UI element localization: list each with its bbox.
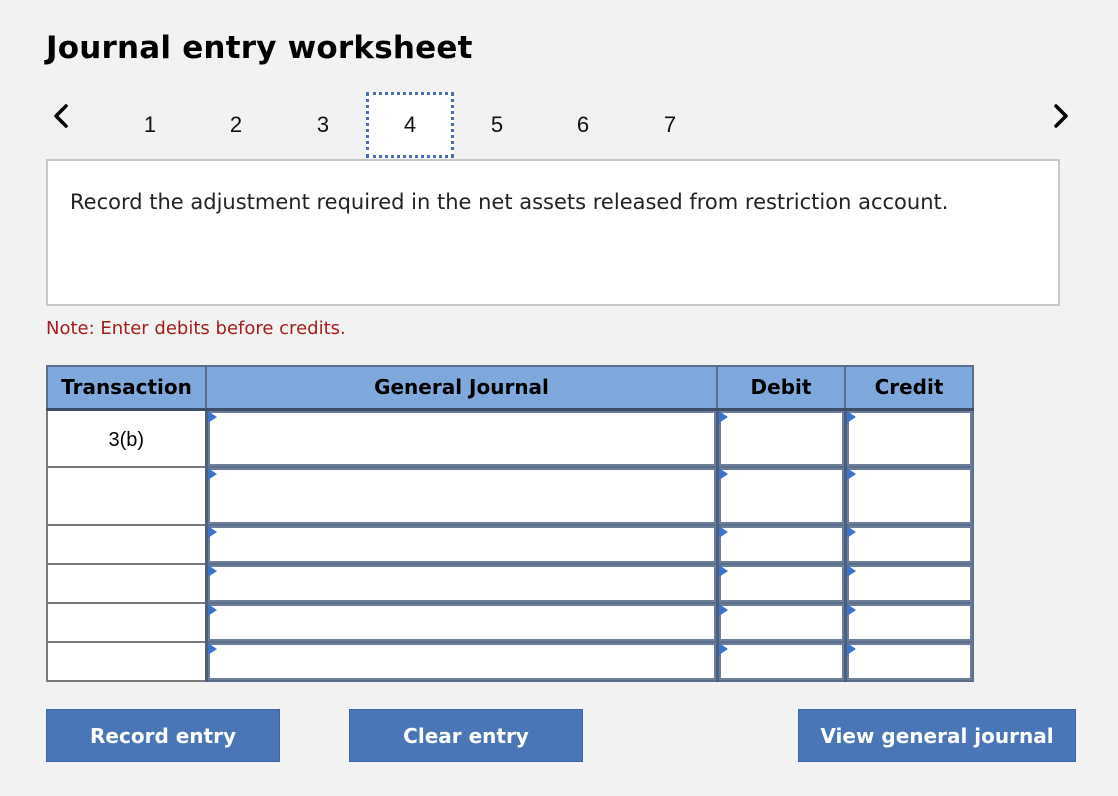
prev-step-button[interactable] xyxy=(46,96,76,136)
transaction-cell xyxy=(46,602,207,643)
account-cell[interactable] xyxy=(204,641,718,682)
transaction-cell xyxy=(46,563,207,604)
dropdown-marker-icon xyxy=(846,526,856,538)
debit-input[interactable] xyxy=(718,526,844,563)
table-header-row: Transaction General Journal Debit Credit xyxy=(46,365,974,411)
account-input[interactable] xyxy=(207,468,716,524)
header-debit: Debit xyxy=(716,365,846,411)
credit-input[interactable] xyxy=(846,643,972,680)
account-cell[interactable] xyxy=(204,602,718,643)
credit-cell[interactable] xyxy=(843,602,974,643)
dropdown-marker-icon xyxy=(846,643,856,655)
account-input[interactable] xyxy=(207,410,716,466)
account-input[interactable] xyxy=(207,526,716,563)
account-cell[interactable] xyxy=(204,563,718,604)
credit-cell[interactable] xyxy=(843,408,974,468)
dropdown-marker-icon xyxy=(207,604,217,616)
dropdown-marker-icon xyxy=(207,526,217,538)
credit-input[interactable] xyxy=(846,565,972,602)
debit-input[interactable] xyxy=(718,604,844,641)
credit-cell[interactable] xyxy=(843,563,974,604)
account-input[interactable] xyxy=(207,565,716,602)
clear-entry-button[interactable]: Clear entry xyxy=(349,709,583,762)
credit-cell[interactable] xyxy=(843,524,974,565)
credit-input[interactable] xyxy=(846,604,972,641)
step-3[interactable]: 3 xyxy=(279,92,367,158)
transaction-cell xyxy=(46,641,207,682)
credit-input[interactable] xyxy=(846,526,972,563)
view-general-journal-button[interactable]: View general journal xyxy=(798,709,1076,762)
debit-cell[interactable] xyxy=(715,408,846,468)
credit-input[interactable] xyxy=(846,468,972,524)
step-6[interactable]: 6 xyxy=(539,92,627,158)
debit-cell[interactable] xyxy=(715,466,846,526)
step-2[interactable]: 2 xyxy=(192,92,280,158)
chevron-right-icon xyxy=(1054,104,1068,128)
journal-table: Transaction General Journal Debit Credit… xyxy=(46,365,974,682)
table-row xyxy=(46,466,974,526)
debit-cell[interactable] xyxy=(715,524,846,565)
dropdown-marker-icon xyxy=(846,410,856,423)
credit-input[interactable] xyxy=(846,410,972,466)
next-step-button[interactable] xyxy=(1046,96,1076,136)
transaction-cell: 3(b) xyxy=(46,408,207,468)
instruction-box: Record the adjustment required in the ne… xyxy=(46,159,1060,306)
account-cell[interactable] xyxy=(204,408,718,468)
account-cell[interactable] xyxy=(204,466,718,526)
chevron-left-icon xyxy=(54,104,68,128)
step-7[interactable]: 7 xyxy=(626,92,714,158)
account-input[interactable] xyxy=(207,604,716,641)
step-4-active[interactable]: 4 xyxy=(366,92,454,158)
debit-input[interactable] xyxy=(718,410,844,466)
credit-cell[interactable] xyxy=(843,466,974,526)
instruction-text: Record the adjustment required in the ne… xyxy=(70,190,949,214)
dropdown-marker-icon xyxy=(846,468,856,480)
dropdown-marker-icon xyxy=(846,565,856,577)
dropdown-marker-icon xyxy=(718,468,728,480)
dropdown-marker-icon xyxy=(207,643,217,655)
dropdown-marker-icon xyxy=(718,526,728,538)
table-row xyxy=(46,602,974,643)
table-row xyxy=(46,563,974,604)
table-row: 3(b) xyxy=(46,408,974,468)
dropdown-marker-icon xyxy=(207,410,217,423)
page-title: Journal entry worksheet xyxy=(46,30,473,66)
debit-input[interactable] xyxy=(718,468,844,524)
dropdown-marker-icon xyxy=(718,565,728,577)
account-input[interactable] xyxy=(207,643,716,680)
transaction-cell xyxy=(46,466,207,526)
dropdown-marker-icon xyxy=(846,604,856,616)
dropdown-marker-icon xyxy=(718,604,728,616)
credit-cell[interactable] xyxy=(843,641,974,682)
debit-input[interactable] xyxy=(718,565,844,602)
header-credit: Credit xyxy=(844,365,974,411)
record-entry-button[interactable]: Record entry xyxy=(46,709,280,762)
header-transaction: Transaction xyxy=(46,365,207,411)
debit-input[interactable] xyxy=(718,643,844,680)
dropdown-marker-icon xyxy=(718,643,728,655)
header-general-journal: General Journal xyxy=(205,365,718,411)
step-pager: 1 2 3 4 5 6 7 xyxy=(0,88,1118,162)
note-text: Note: Enter debits before credits. xyxy=(46,318,346,339)
step-1[interactable]: 1 xyxy=(106,92,194,158)
debit-cell[interactable] xyxy=(715,602,846,643)
step-5[interactable]: 5 xyxy=(453,92,541,158)
transaction-cell xyxy=(46,524,207,565)
debit-cell[interactable] xyxy=(715,563,846,604)
dropdown-marker-icon xyxy=(207,468,217,480)
debit-cell[interactable] xyxy=(715,641,846,682)
account-cell[interactable] xyxy=(204,524,718,565)
dropdown-marker-icon xyxy=(207,565,217,577)
table-row xyxy=(46,641,974,682)
dropdown-marker-icon xyxy=(718,410,728,423)
table-row xyxy=(46,524,974,565)
